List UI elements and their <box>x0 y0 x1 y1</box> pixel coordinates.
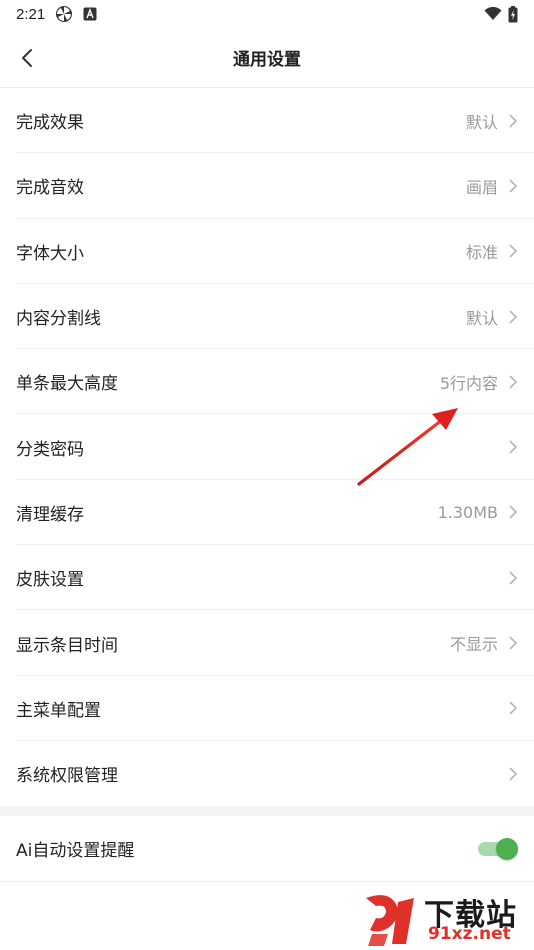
setting-value: 5行内容 <box>439 373 498 393</box>
setting-label: 字体大小 <box>16 243 84 264</box>
setting-row-font-size[interactable]: 字体大小 标准 <box>0 219 534 285</box>
chevron-right-icon <box>509 571 518 585</box>
setting-row-completion-sound[interactable]: 完成音效 画眉 <box>0 153 534 219</box>
chevron-right-icon <box>509 767 518 781</box>
chevron-right-icon <box>509 179 518 193</box>
status-bar: 2:21 <box>0 0 534 28</box>
setting-value: 不显示 <box>449 635 498 655</box>
setting-right <box>498 570 518 586</box>
setting-label: 显示条目时间 <box>16 635 118 656</box>
setting-label: 主菜单配置 <box>16 700 101 721</box>
setting-label: Ai自动设置提醒 <box>16 841 135 861</box>
setting-row-clear-cache[interactable]: 清理缓存 1.30MB <box>0 480 534 546</box>
watermark-logo-icon <box>366 895 414 946</box>
setting-right: 标准 <box>466 239 518 263</box>
setting-right: 5行内容 <box>440 370 518 394</box>
wifi-icon <box>484 7 502 20</box>
setting-right: 1.30MB <box>438 503 518 522</box>
setting-label: 完成效果 <box>16 113 84 134</box>
setting-row-completion-effect[interactable]: 完成效果 默认 <box>0 88 534 154</box>
setting-value: 标准 <box>465 243 498 263</box>
section-divider <box>0 806 534 816</box>
chevron-right-icon <box>509 244 518 258</box>
watermark: 下载站 91xz.net <box>358 886 534 950</box>
battery-icon <box>508 5 518 22</box>
setting-row-main-menu[interactable]: 主菜单配置 <box>0 676 534 742</box>
setting-row-category-password[interactable]: 分类密码 <box>0 414 534 481</box>
chevron-right-icon <box>509 309 518 324</box>
setting-label: 清理缓存 <box>16 504 84 525</box>
setting-value: 画眉 <box>465 177 498 197</box>
setting-row-ai-reminder: Ai自动设置提醒 <box>0 816 534 882</box>
setting-value: 1.30MB <box>437 502 498 522</box>
back-arrow-icon <box>22 49 32 67</box>
app-a-icon <box>83 7 97 21</box>
setting-label: 皮肤设置 <box>16 570 84 591</box>
setting-row-skin[interactable]: 皮肤设置 <box>0 545 534 611</box>
status-left: 2:21 <box>16 5 97 23</box>
app-bar: 通用设置 <box>0 28 534 88</box>
setting-right: 默认 <box>466 305 518 329</box>
setting-right: 默认 <box>466 109 518 133</box>
setting-right: 不显示 <box>450 631 518 655</box>
page-title: 通用设置 <box>233 50 301 70</box>
chevron-right-icon <box>509 505 518 519</box>
setting-right <box>498 766 518 782</box>
watermark-url: 91xz.net <box>428 924 511 944</box>
setting-row-permissions[interactable]: 系统权限管理 <box>0 741 534 806</box>
back-button[interactable] <box>12 42 42 74</box>
setting-right <box>498 700 518 716</box>
chevron-right-icon <box>509 440 518 454</box>
chevron-right-icon <box>509 114 518 128</box>
setting-row-max-height[interactable]: 单条最大高度 5行内容 <box>0 349 534 415</box>
settings-list: 完成效果 默认 完成音效 画眉 字体大小 标准 内容分割线 默认 单条最大高度 … <box>0 88 534 806</box>
setting-right <box>498 439 518 455</box>
setting-label: 内容分割线 <box>16 309 101 330</box>
setting-right: 画眉 <box>466 174 518 198</box>
setting-label: 完成音效 <box>16 178 84 199</box>
chevron-right-icon <box>509 636 518 650</box>
setting-row-show-item-time[interactable]: 显示条目时间 不显示 <box>0 610 534 676</box>
status-right <box>484 5 518 23</box>
setting-value: 默认 <box>465 308 498 328</box>
ai-reminder-toggle[interactable] <box>478 837 518 861</box>
setting-row-divider[interactable]: 内容分割线 默认 <box>0 284 534 350</box>
setting-label: 单条最大高度 <box>16 374 118 395</box>
setting-value: 默认 <box>465 112 498 132</box>
setting-label: 系统权限管理 <box>16 766 118 787</box>
setting-label: 分类密码 <box>16 439 84 460</box>
status-time: 2:21 <box>16 5 46 23</box>
chevron-right-icon <box>509 375 518 389</box>
toggle-knob <box>496 837 518 860</box>
pinwheel-icon <box>56 6 73 22</box>
chevron-right-icon <box>509 701 518 715</box>
